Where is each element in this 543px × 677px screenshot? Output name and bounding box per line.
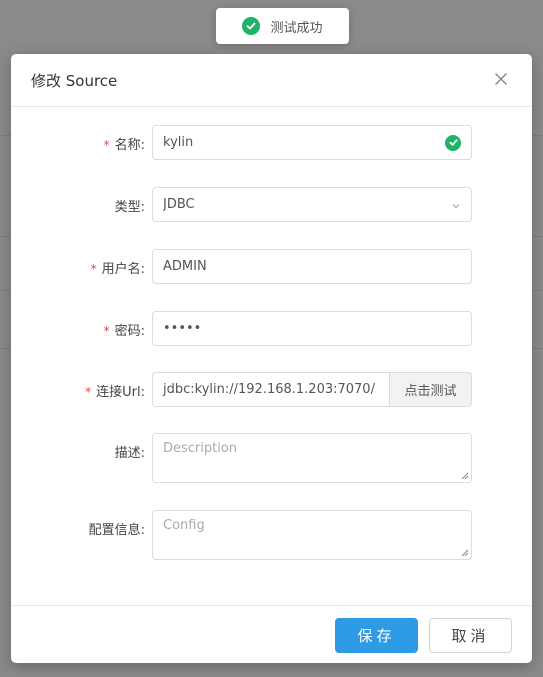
edit-source-dialog: 修改 Source * 名称: kylin 类型: JDBC * 用户名: ADMI… — [11, 54, 532, 663]
resize-grip-icon[interactable] — [461, 549, 469, 557]
required-mark: * — [85, 385, 92, 399]
name-input[interactable]: kylin — [152, 125, 472, 160]
config-placeholder: Config — [163, 518, 205, 533]
type-label: 类型: — [114, 200, 145, 215]
username-input[interactable]: ADMIN — [152, 249, 472, 284]
url-label: * 连接Url: — [85, 385, 145, 400]
url-input-group: jdbc:kylin://192.168.1.203:7070/ 点击测试 — [152, 372, 472, 407]
dialog-header: 修改 Source — [11, 54, 532, 107]
username-label: * 用户名: — [90, 262, 145, 277]
check-circle-icon — [242, 17, 261, 35]
required-mark: * — [90, 262, 97, 276]
description-label: 描述: — [114, 446, 145, 461]
password-input[interactable]: ••••• — [152, 311, 472, 346]
cancel-button[interactable]: 取消 — [429, 618, 512, 653]
save-button[interactable]: 保存 — [335, 618, 418, 653]
url-input[interactable]: jdbc:kylin://192.168.1.203:7070/ — [152, 372, 389, 407]
toast-message: 测试成功 — [270, 20, 323, 36]
description-textarea[interactable]: Description — [152, 433, 472, 483]
close-icon[interactable] — [492, 70, 510, 88]
name-label: * 名称: — [103, 138, 145, 153]
required-mark: * — [103, 324, 110, 338]
password-label: * 密码: — [103, 324, 145, 339]
valid-check-icon — [445, 134, 461, 151]
dialog-title: 修改 Source — [31, 72, 118, 90]
dialog-footer: 保存 取消 — [11, 605, 532, 664]
test-connection-button[interactable]: 点击测试 — [389, 372, 472, 407]
resize-grip-icon[interactable] — [461, 472, 469, 480]
config-label: 配置信息: — [88, 523, 145, 538]
config-textarea[interactable]: Config — [152, 510, 472, 560]
chevron-down-icon — [451, 200, 461, 210]
description-placeholder: Description — [163, 441, 238, 456]
success-toast: 测试成功 — [216, 8, 349, 44]
type-select[interactable]: JDBC — [152, 187, 472, 222]
required-mark: * — [103, 138, 110, 152]
